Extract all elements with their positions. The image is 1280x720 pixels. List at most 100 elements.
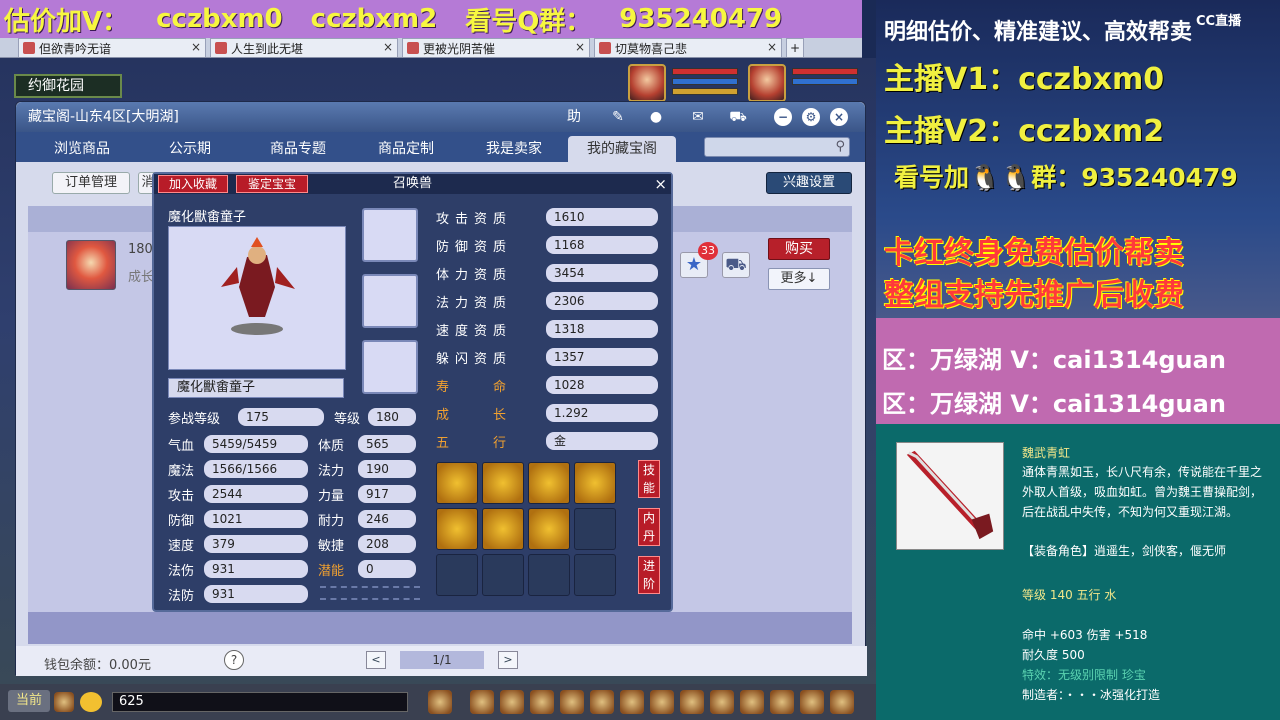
- help-button[interactable]: 助: [564, 108, 584, 126]
- skill-slot-icon[interactable]: [528, 462, 570, 504]
- chat-icon[interactable]: ✉: [688, 108, 708, 126]
- sp-bar: [672, 88, 738, 95]
- item-icon[interactable]: [500, 690, 524, 714]
- wallet-balance: 钱包余额：0.00元: [44, 658, 151, 673]
- search-input[interactable]: ⚲: [704, 137, 850, 157]
- add-to-cart-icon[interactable]: ⛟: [722, 252, 750, 278]
- weapon-durability: 耐久度 500: [1022, 648, 1085, 662]
- empty-skill-slot: [574, 554, 616, 596]
- tab-close-icon[interactable]: ×: [383, 40, 393, 54]
- emoji-icon[interactable]: [80, 692, 102, 712]
- pet-dialog-header: 加入收藏 鉴定宝宝 召唤兽 ×: [154, 174, 671, 194]
- close-icon[interactable]: ×: [654, 174, 667, 194]
- item-icon[interactable]: [530, 690, 554, 714]
- buy-button[interactable]: 购买: [768, 238, 830, 260]
- browser-tab[interactable]: 更被光阴苦催 ×: [402, 38, 590, 57]
- weapon-level: 等级 140 五行 水: [1022, 588, 1117, 602]
- skill-slot-icon[interactable]: [574, 462, 616, 504]
- hobby-settings-button[interactable]: 兴趣设置: [766, 172, 852, 194]
- item-thumbnail[interactable]: [66, 240, 116, 290]
- stat-value: 5459/5459: [204, 435, 308, 453]
- item-icon[interactable]: [650, 690, 674, 714]
- tab-my-treasure[interactable]: 我的藏宝阁: [568, 136, 676, 162]
- stream-line-1: 明细估价、精准建议、高效帮卖: [884, 20, 1193, 45]
- minimize-icon[interactable]: −: [774, 108, 792, 126]
- growth-value: 1.292: [546, 404, 658, 422]
- item-icon[interactable]: [470, 690, 494, 714]
- tab-topics[interactable]: 商品专题: [244, 136, 352, 162]
- advance-tab-button[interactable]: 进阶: [638, 556, 660, 594]
- chat-input[interactable]: 625: [112, 692, 408, 712]
- equip-slot-armor-icon[interactable]: [362, 208, 418, 262]
- pet-hp-bar: [792, 68, 858, 75]
- settings-icon[interactable]: ⚙: [802, 108, 820, 126]
- game-toolbar: 当前 625: [0, 684, 876, 720]
- pet-icon[interactable]: [428, 690, 452, 714]
- pet-name-field: 魔化獸畬童子: [168, 378, 344, 398]
- pet-name-header: 魔化獸畬童子: [168, 210, 247, 225]
- tab-close-icon[interactable]: ×: [575, 40, 585, 54]
- record-icon[interactable]: ●: [646, 108, 666, 126]
- stat-value: 931: [204, 585, 308, 603]
- browser-tabs: 但欲青吟无谙 × 人生到此无堪 × 更被光阴苦催 × 切莫物喜己悲 × +: [0, 38, 862, 58]
- item-icon[interactable]: [620, 690, 644, 714]
- browser-tab[interactable]: 切莫物喜己悲 ×: [594, 38, 782, 57]
- new-tab-button[interactable]: +: [786, 38, 804, 57]
- skill-slot-icon[interactable]: [482, 462, 524, 504]
- stat-value: 379: [204, 535, 308, 553]
- tab-seller[interactable]: 我是卖家: [460, 136, 568, 162]
- stream-line-3: 主播V2：cczbxm2: [884, 114, 1165, 149]
- item-icon[interactable]: [680, 690, 704, 714]
- more-button[interactable]: 更多↓: [768, 268, 830, 290]
- edit-icon[interactable]: ✎: [608, 108, 628, 126]
- channel-current-button[interactable]: 当前: [8, 690, 50, 712]
- stream-line-2: 主播V1：cczbxm0: [884, 62, 1165, 97]
- hp-bar: [672, 68, 738, 75]
- skill-slot-icon[interactable]: [482, 508, 524, 550]
- cart-icon[interactable]: ⛟: [728, 108, 748, 126]
- main-nav: 浏览商品 公示期 商品专题 商品定制 我是卖家 我的藏宝阁 ⚲: [16, 132, 865, 162]
- item-icon[interactable]: [590, 690, 614, 714]
- player-portrait[interactable]: [628, 64, 666, 102]
- help-icon[interactable]: ?: [224, 650, 244, 670]
- mic-icon[interactable]: [54, 692, 74, 712]
- inner-core-tab-button[interactable]: 内丹: [638, 508, 660, 546]
- quality-label: 躲闪资质: [436, 352, 513, 367]
- tab-close-icon[interactable]: ×: [767, 40, 777, 54]
- close-icon[interactable]: ×: [830, 108, 848, 126]
- item-subtext: 成长: [128, 270, 155, 285]
- tab-browse[interactable]: 浏览商品: [28, 136, 136, 162]
- equip-slot-collar-icon[interactable]: [362, 340, 418, 394]
- attr-label: 耐力: [318, 514, 345, 529]
- weapon-name: 魏武青虹: [1022, 446, 1071, 460]
- search-icon[interactable]: ⚲: [835, 139, 845, 154]
- pet-portrait[interactable]: [748, 64, 786, 102]
- weapon-maker: 制造者：・・・冰强化打造: [1022, 688, 1161, 702]
- window-footer: 钱包余额：0.00元 ? < 1/1 >: [16, 646, 867, 676]
- item-icon[interactable]: [830, 690, 854, 714]
- prev-page-button[interactable]: <: [366, 651, 386, 669]
- browser-tab[interactable]: 人生到此无堪 ×: [210, 38, 398, 57]
- item-icon[interactable]: [560, 690, 584, 714]
- contact-box: 区：万绿湖 V：cai1314guan 区：万绿湖 V：cai1314guan: [876, 318, 1280, 424]
- tab-close-icon[interactable]: ×: [191, 40, 201, 54]
- next-page-button[interactable]: >: [498, 651, 518, 669]
- window-title: 藏宝阁-山东4区[大明湖]: [28, 109, 179, 125]
- tab-announce[interactable]: 公示期: [136, 136, 244, 162]
- item-icon[interactable]: [800, 690, 824, 714]
- stream-line-5: 卡红终身免费估价帮卖: [884, 236, 1184, 271]
- item-icon[interactable]: [770, 690, 794, 714]
- skill-slot-icon[interactable]: [528, 508, 570, 550]
- order-management-button[interactable]: 订单管理: [52, 172, 130, 194]
- item-icon[interactable]: [710, 690, 734, 714]
- browser-tab[interactable]: 但欲青吟无谙 ×: [18, 38, 206, 57]
- skill-slot-icon[interactable]: [436, 508, 478, 550]
- skills-tab-button[interactable]: 技能: [638, 460, 660, 498]
- sword-icon: [906, 450, 994, 540]
- equip-slot-ring-icon[interactable]: [362, 274, 418, 328]
- lifespan-value: 1028: [546, 376, 658, 394]
- skill-slot-icon[interactable]: [436, 462, 478, 504]
- tab-custom[interactable]: 商品定制: [352, 136, 460, 162]
- tab-label: 人生到此无堪: [231, 41, 304, 56]
- item-icon[interactable]: [740, 690, 764, 714]
